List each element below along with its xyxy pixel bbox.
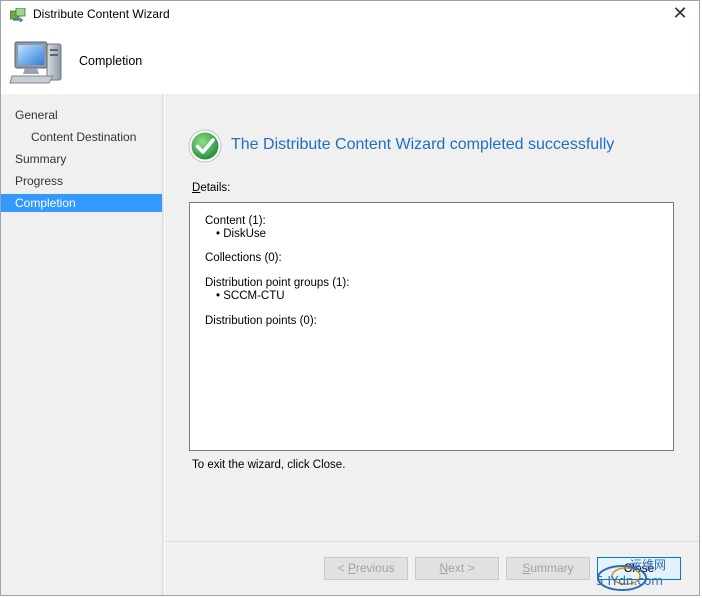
details-box[interactable]: Content (1): • DiskUse Collections (0): … [189,202,674,451]
watermark-text: 运维网 [630,558,667,572]
collections-heading: Collections (0): [205,252,282,264]
content-heading: Content (1): [205,215,266,227]
title-bar: Distribute Content Wizard ✕ [1,1,699,29]
previous-rest: revious [355,561,395,575]
summary-rest: ummary [530,561,574,575]
dp-heading: Distribution points (0): [205,315,317,327]
wizard-window: Distribute Content Wizard ✕ Completion G… [0,0,700,596]
success-message: The Distribute Content Wizard completed … [231,136,615,153]
details-label-rest: etails: [200,182,231,194]
wizard-header: Completion [1,29,699,94]
wizard-nav: General Content Destination Summary Prog… [1,94,164,595]
exit-instruction: To exit the wizard, click Close. [192,459,346,471]
dp-group-item: • SCCM-CTU [216,290,285,302]
wizard-app-icon [10,8,26,22]
page-title: Completion [79,54,143,68]
computer-icon [9,41,62,84]
window-title: Distribute Content Wizard [33,7,170,21]
nav-item-content-destination[interactable]: Content Destination [1,128,162,146]
close-window-icon[interactable]: ✕ [669,4,691,24]
dp-groups-heading: Distribution point groups (1): [205,277,350,289]
content-item-label: DiskUse [223,228,267,240]
summary-button[interactable]: Summary [506,557,590,580]
previous-button[interactable]: < Previous [324,557,408,580]
watermark-url: 5 IYdn.com [596,574,663,588]
nav-item-completion[interactable]: Completion [1,194,162,212]
success-check-icon [188,129,222,163]
wizard-content: The Distribute Content Wizard completed … [165,94,699,541]
nav-item-progress[interactable]: Progress [1,172,162,190]
next-rest: ext > [448,561,475,575]
nav-item-general[interactable]: General [1,106,162,124]
previous-accel: P [347,561,356,575]
dp-group-item-label: SCCM-CTU [223,290,285,302]
next-button[interactable]: Next > [415,557,499,580]
next-accel: N [439,561,449,575]
nav-item-summary[interactable]: Summary [1,150,162,168]
content-item: • DiskUse [216,228,267,240]
details-label: Details: [192,182,230,194]
previous-prefix: < [337,561,348,575]
